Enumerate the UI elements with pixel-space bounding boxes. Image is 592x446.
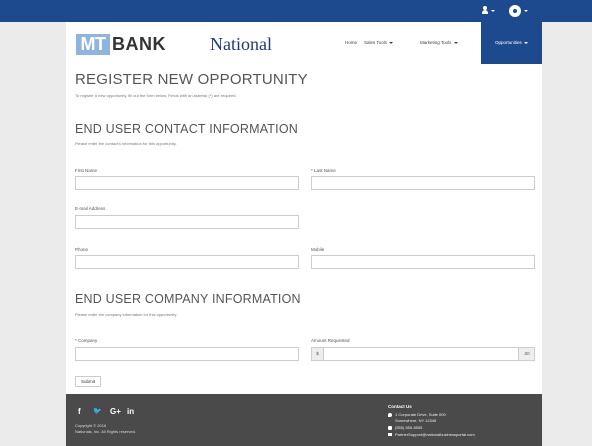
last-name-label: * Last Name	[311, 168, 336, 173]
contact-heading: Contact Us	[388, 404, 412, 409]
page-title: REGISTER NEW OPPORTUNITY	[75, 71, 308, 88]
nav-sales-tools[interactable]: Sales Tools	[364, 38, 394, 48]
address-line-2-text: Somewhere, NY 12345	[395, 418, 437, 423]
mt-bank-logo-bank[interactable]: BANK	[112, 34, 166, 55]
nav-home-label: Home	[345, 40, 358, 45]
linkedin-icon[interactable]: in	[127, 407, 134, 417]
nav-home[interactable]: Home	[345, 38, 357, 48]
company-field[interactable]	[75, 347, 299, 361]
page-intro: To register a new opportunity, fill out …	[75, 93, 237, 98]
first-name-field[interactable]	[75, 176, 299, 190]
phone-field[interactable]	[75, 255, 299, 269]
chevron-down-icon	[453, 41, 458, 44]
phone-label: Phone	[75, 247, 89, 252]
mt-bank-logo-mt[interactable]: MT	[76, 34, 110, 55]
mobile-label: Mobile	[311, 247, 325, 252]
amount-suffix: .00	[518, 347, 535, 361]
user-menu[interactable]	[482, 5, 496, 17]
google-plus-icon[interactable]: G+	[110, 407, 121, 417]
amount-field[interactable]	[323, 347, 519, 361]
main-navbar: MT BANK National Home Sales Tools Market…	[66, 22, 542, 64]
footer: f 🐦 G+ in Copyright © 2016 Nationals, In…	[66, 394, 542, 446]
company-section-desc: Please enter the company information for…	[75, 312, 178, 317]
chevron-down-icon	[389, 41, 394, 44]
envelope-icon	[388, 433, 392, 437]
gear-icon	[509, 5, 521, 17]
first-name-label: First Name	[75, 168, 98, 173]
national-logo[interactable]: National	[210, 34, 272, 55]
top-bar	[0, 0, 592, 22]
phone-line: (555) 555-5555	[388, 425, 422, 430]
chevron-down-icon	[524, 41, 529, 44]
form-card: REGISTER NEW OPPORTUNITY To register a n…	[66, 64, 542, 394]
copyright-line-1: Copyright © 2016	[75, 423, 107, 428]
company-section-title: END USER COMPANY INFORMATION	[75, 292, 301, 306]
chevron-down-icon	[491, 10, 495, 12]
settings-menu[interactable]	[508, 4, 530, 18]
copyright-line-2: Nationals, Inc. All Rights reserved.	[75, 429, 136, 434]
contact-section-desc: Please enter the contact's information f…	[75, 141, 177, 146]
nav-marketing-tools[interactable]: Marketing Tools	[420, 38, 458, 48]
address-line-2: Somewhere, NY 12345	[388, 418, 436, 423]
mobile-field[interactable]	[311, 255, 535, 269]
address-line-1-text: 1 Corporate Drive, Suite 000	[395, 412, 446, 417]
facebook-icon[interactable]: f	[78, 407, 81, 417]
email-link[interactable]: PartnerSupport@nationalbusinessportal.co…	[395, 432, 475, 437]
map-pin-icon	[388, 412, 392, 417]
company-label: * Company	[75, 338, 98, 343]
submit-button[interactable]: Submit	[75, 376, 101, 387]
email-field[interactable]	[75, 215, 299, 229]
contact-section-title: END USER CONTACT INFORMATION	[75, 122, 298, 136]
email-line[interactable]: PartnerSupport@nationalbusinessportal.co…	[388, 432, 475, 437]
twitter-icon[interactable]: 🐦	[93, 407, 102, 417]
chevron-down-icon	[524, 10, 528, 12]
nav-marketing-tools-label: Marketing Tools	[420, 40, 452, 45]
nav-sales-tools-label: Sales Tools	[364, 40, 387, 45]
address-line-1: 1 Corporate Drive, Suite 000	[388, 412, 446, 417]
last-name-field[interactable]	[311, 176, 535, 190]
user-icon	[482, 6, 489, 14]
phone-text: (555) 555-5555	[395, 425, 423, 430]
nav-opportunities[interactable]: Opportunities	[481, 22, 542, 64]
phone-icon	[388, 425, 392, 430]
nav-opportunities-label: Opportunities	[494, 40, 522, 45]
email-label: E-mail Address	[75, 206, 106, 211]
amount-label: Amount Requested	[311, 338, 350, 343]
